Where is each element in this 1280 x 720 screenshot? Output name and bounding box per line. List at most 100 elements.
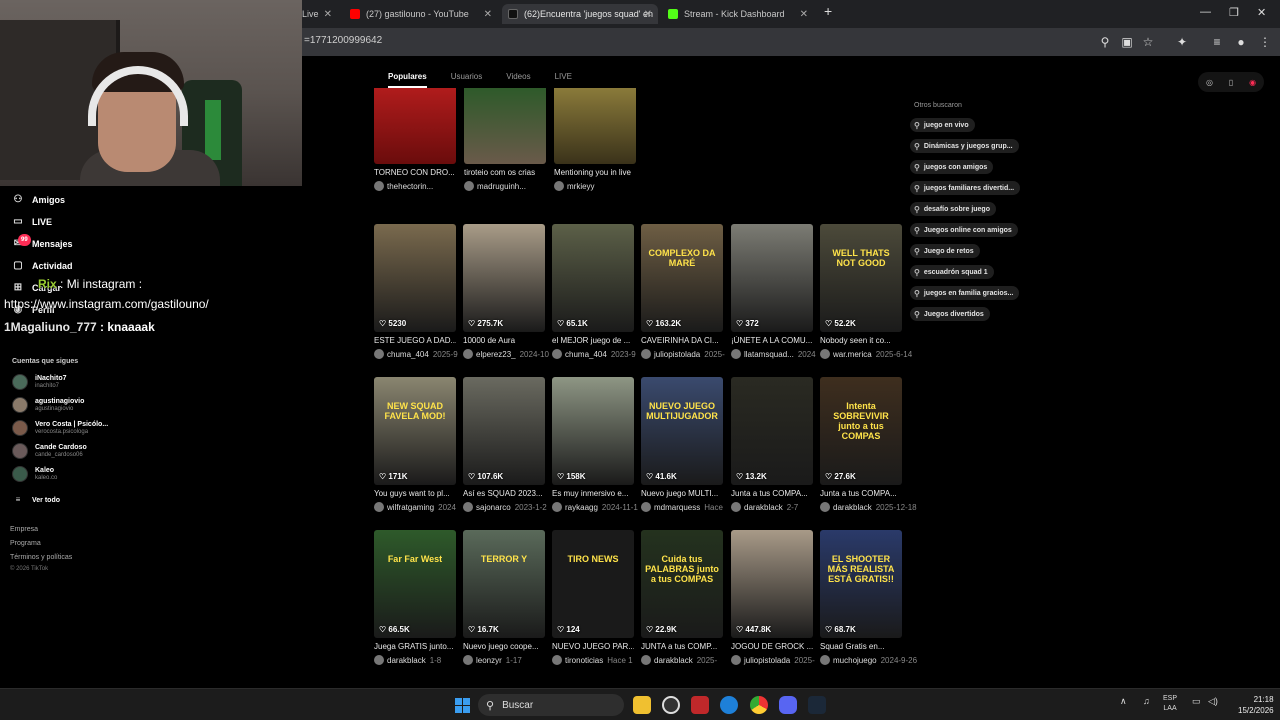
file-explorer-icon[interactable] — [633, 696, 651, 714]
video-card[interactable]: TERROR Y ♡ 16.7K Nuevo juego coope... leonz… — [463, 530, 545, 665]
video-author[interactable]: mrkieyy — [554, 181, 636, 191]
video-author[interactable]: tironoticias Hace 1 — [552, 655, 634, 665]
steam-icon[interactable] — [808, 696, 826, 714]
video-author[interactable]: darakblack 2025-12-18 — [820, 502, 917, 512]
video-thumbnail[interactable]: ♡ 13.2K — [731, 377, 813, 485]
following-item[interactable]: Vero Costa | Psicólo... verocosta.psicolo… — [12, 418, 108, 438]
suggestion-chip[interactable]: ⚲ desafío sobre juego — [910, 202, 996, 216]
url-field[interactable]: =1771200999642 — [304, 35, 382, 46]
sidebar-item-live[interactable]: ▭ LIVE — [12, 213, 52, 231]
network-icon[interactable]: ▭ — [1192, 696, 1201, 707]
video-author[interactable]: raykaagg 2024-11-1 — [552, 502, 638, 512]
maximize-icon[interactable]: ❐ — [1229, 6, 1239, 19]
video-thumbnail[interactable]: ♡ 107.6K — [463, 377, 545, 485]
following-item[interactable]: Kaleo kaleo.co — [12, 464, 57, 484]
video-thumbnail[interactable]: EL SHOOTER MÁS REALISTA ESTÁ GRATIS!! ♡ 6… — [820, 530, 902, 638]
cast-icon[interactable]: ▣ — [1120, 35, 1134, 49]
tab-videos[interactable]: Videos — [506, 72, 530, 81]
tab-usuarios[interactable]: Usuarios — [451, 72, 483, 81]
close-icon[interactable]: ✕ — [484, 9, 492, 20]
video-author[interactable]: chuma_404 2025-9 — [374, 349, 458, 359]
video-author[interactable]: thehectorin... — [374, 181, 456, 191]
close-icon[interactable]: ✕ — [324, 9, 332, 20]
video-thumbnail[interactable]: Intenta SOBREVIVIR junto a tus COMPAS ♡ 2… — [820, 377, 902, 485]
video-card[interactable]: Intenta SOBREVIVIR junto a tus COMPAS ♡ 2… — [820, 377, 917, 512]
video-card[interactable]: COMPLEXO DA MARÉ ♡ 163.2K CAVEIRINHA DA CI… — [641, 224, 725, 359]
volume-icon[interactable]: ◁) — [1208, 696, 1218, 707]
see-all-button[interactable]: ≡ Ver todo — [12, 491, 60, 509]
video-card[interactable]: ♡ 13.2K Junta a tus COMPA... darakblack 2-7 — [731, 377, 813, 512]
following-item[interactable]: Cande Cardoso cande_cardoso06 — [12, 441, 87, 461]
bookmark-star-icon[interactable]: ☆ — [1141, 35, 1155, 49]
video-author[interactable]: muchojuego 2024-9-26 — [820, 655, 917, 665]
video-thumbnail[interactable]: ♡ 372 — [731, 224, 813, 332]
edge-icon[interactable] — [720, 696, 738, 714]
media-icon[interactable]: ≡ — [1210, 35, 1224, 49]
video-card[interactable]: WELL THATS NOT GOOD ♡ 52.2K Nobody seen it… — [820, 224, 912, 359]
tab-live[interactable]: LIVE — [555, 72, 572, 81]
video-author[interactable]: war.merica 2025-6-14 — [820, 349, 912, 359]
video-author[interactable]: chuma_404 2023-9 — [552, 349, 636, 359]
video-card[interactable]: ♡ 372 ¡ÚNETE A LA COMU... llatamsquad... 20… — [731, 224, 816, 359]
video-card[interactable]: TORNEO CON DRO... thehectorin... — [374, 88, 456, 191]
video-card[interactable]: ♡ 447.8K JOGOU DE GROCK ... juliopistolada… — [731, 530, 815, 665]
video-thumbnail[interactable] — [464, 88, 546, 164]
video-author[interactable]: wilfratgaming 2024 — [374, 502, 456, 512]
zoom-icon[interactable]: ⚲ — [1098, 35, 1112, 49]
video-author[interactable]: madruguinh... — [464, 181, 546, 191]
video-card[interactable]: NEW SQUAD FAVELA MOD! ♡ 171K You guys want… — [374, 377, 456, 512]
tray-chevron-icon[interactable]: ∧ — [1120, 696, 1127, 707]
sidebar-item-mensajes[interactable]: ✉ 99 Mensajes — [12, 234, 73, 253]
suggestion-chip[interactable]: ⚲ juegos en familia gracios... — [910, 286, 1020, 300]
video-thumbnail[interactable]: ♡ 158K — [552, 377, 634, 485]
video-author[interactable]: juliopistolada 2025- — [641, 349, 725, 359]
video-card[interactable]: ♡ 65.1K el MEJOR juego de ... chuma_404 202… — [552, 224, 636, 359]
suggestion-chip[interactable]: ⚲ Juegos divertidos — [910, 307, 990, 321]
video-card[interactable]: EL SHOOTER MÁS REALISTA ESTÁ GRATIS!! ♡ 6… — [820, 530, 917, 665]
clock[interactable]: 21:18 15/2/2026 — [1238, 694, 1274, 716]
video-thumbnail[interactable]: Far Far West ♡ 66.5K — [374, 530, 456, 638]
video-card[interactable]: Mentioning you in live mrkieyy — [554, 88, 636, 191]
video-author[interactable]: juliopistolada 2025- — [731, 655, 815, 665]
video-thumbnail[interactable]: TERROR Y ♡ 16.7K — [463, 530, 545, 638]
footer-link[interactable]: Empresa — [10, 526, 38, 533]
video-card[interactable]: ♡ 107.6K Así es SQUAD 2023... sajonarco 202… — [463, 377, 547, 512]
tab-tiktok-search[interactable]: (62)Encuentra 'juegos squad' en ✕ — [502, 4, 658, 24]
sidebar-item-actividad[interactable]: ▢ Actividad — [12, 257, 72, 275]
video-author[interactable]: darakblack 2-7 — [731, 502, 813, 512]
video-card[interactable]: tiroteio com os crias madruguinh... — [464, 88, 546, 191]
footer-link[interactable]: Términos y políticas — [10, 554, 72, 561]
video-card[interactable]: Cuida tus PALABRAS junto a tus COMPAS ♡ 2… — [641, 530, 723, 665]
video-card[interactable]: TIRO NEWS ♡ 124 NUEVO JUEGO PAR... tironoti… — [552, 530, 634, 665]
suggestion-chip[interactable]: ⚲ Juego de retos — [910, 244, 980, 258]
app-icon[interactable] — [691, 696, 709, 714]
video-thumbnail[interactable]: ♡ 65.1K — [552, 224, 634, 332]
obs-icon[interactable] — [662, 696, 680, 714]
profile-avatar-icon[interactable]: ● — [1234, 35, 1248, 49]
windows-start-icon[interactable] — [455, 698, 470, 713]
video-thumbnail[interactable]: TIRO NEWS ♡ 124 — [552, 530, 634, 638]
video-card[interactable]: ♡ 158K Es muy inmersivo e... raykaagg 2024-… — [552, 377, 638, 512]
sidebar-item-amigos[interactable]: ⚇ Amigos — [12, 191, 66, 209]
video-author[interactable]: llatamsquad... 2024 — [731, 349, 816, 359]
suggestion-chip[interactable]: ⚲ Dinámicas y juegos grup... — [910, 139, 1019, 153]
user-avatar-icon[interactable]: ◉ — [1249, 78, 1256, 87]
suggestion-chip[interactable]: ⚲ juegos familiares divertid... — [910, 181, 1021, 195]
video-thumbnail[interactable]: NEW SQUAD FAVELA MOD! ♡ 171K — [374, 377, 456, 485]
tab-populares[interactable]: Populares — [388, 72, 427, 88]
video-author[interactable]: sajonarco 2023-1-2 — [463, 502, 547, 512]
video-thumbnail[interactable] — [554, 88, 636, 164]
video-thumbnail[interactable]: Cuida tus PALABRAS junto a tus COMPAS ♡ 2… — [641, 530, 723, 638]
video-card[interactable]: ♡ 5230 ESTE JUEGO A DAD... chuma_404 2025-9 — [374, 224, 458, 359]
following-item[interactable]: iNachito7 inachito7 — [12, 372, 67, 392]
video-thumbnail[interactable]: COMPLEXO DA MARÉ ♡ 163.2K — [641, 224, 723, 332]
chrome-icon[interactable] — [750, 696, 768, 714]
video-thumbnail[interactable]: ♡ 447.8K — [731, 530, 813, 638]
close-icon[interactable]: ✕ — [800, 9, 808, 20]
video-author[interactable]: darakblack 2025- — [641, 655, 723, 665]
tab-live[interactable]: Live ✕ — [296, 4, 338, 24]
extensions-icon[interactable]: ✦ — [1175, 35, 1189, 49]
microphone-icon[interactable]: ♫ — [1143, 696, 1150, 706]
video-thumbnail[interactable]: ♡ 275.7K — [463, 224, 545, 332]
video-thumbnail[interactable]: WELL THATS NOT GOOD ♡ 52.2K — [820, 224, 902, 332]
